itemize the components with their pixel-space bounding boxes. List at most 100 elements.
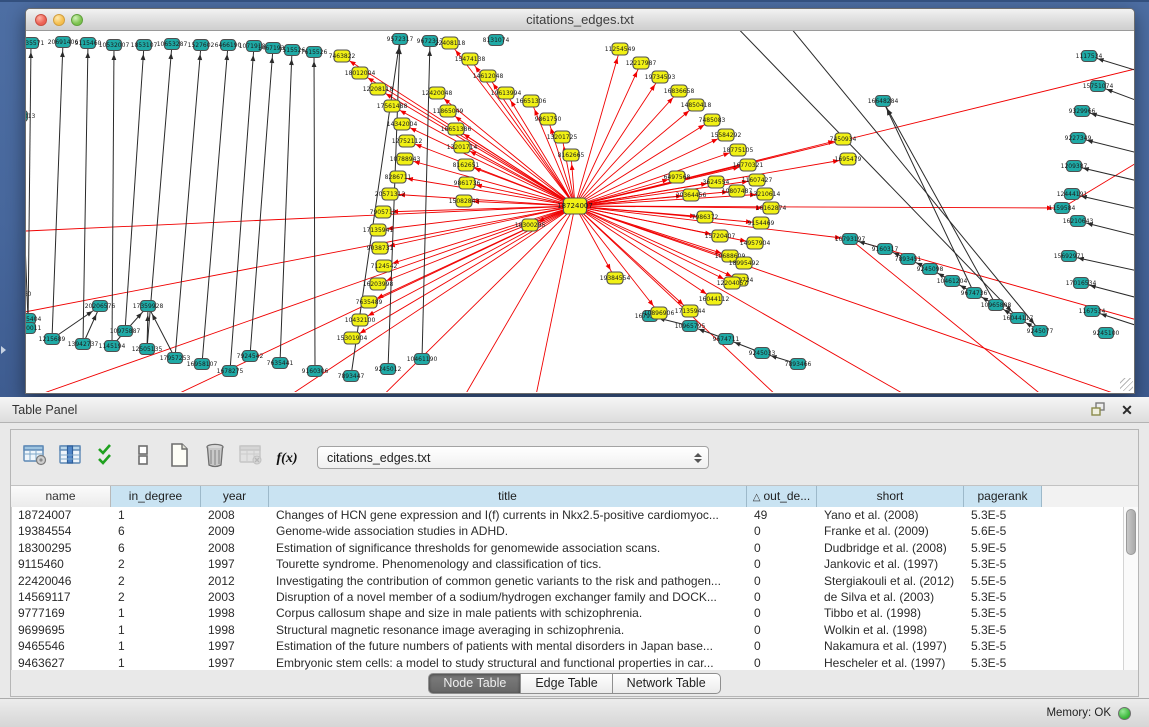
table-cell: 1 — [112, 507, 202, 523]
citation-edge-red[interactable] — [26, 206, 575, 392]
panel-collapse-handle-icon[interactable] — [1, 346, 6, 354]
graph-node-label: 7893447 — [338, 373, 365, 380]
citation-edge-red[interactable] — [26, 206, 575, 331]
table-row[interactable]: 969969511998Structural magnetic resonanc… — [12, 622, 1138, 638]
graph-node-label: 16210643 — [1063, 218, 1094, 225]
table-cell: 2 — [112, 589, 202, 605]
graph-node-label: 16793197 — [835, 236, 866, 243]
citation-edge-black[interactable] — [83, 43, 88, 344]
edge-arrowhead — [455, 116, 461, 122]
citation-edge-red[interactable] — [575, 91, 679, 206]
function-builder-button[interactable]: f(x) — [273, 444, 301, 472]
graph-node-label: 16651306 — [516, 98, 547, 105]
citation-edge-black[interactable] — [175, 45, 201, 358]
table-panel: Table Panel ✕ f(x)citations_edges.txt na… — [0, 397, 1149, 727]
graph-node-label: 1853107 — [131, 42, 158, 49]
citation-edge-black[interactable] — [280, 50, 292, 363]
citation-edge-black[interactable] — [112, 45, 114, 346]
tab-edge-table[interactable]: Edge Table — [520, 673, 611, 694]
tab-network-table[interactable]: Network Table — [612, 673, 721, 694]
table-cell: 14569117 — [12, 589, 112, 605]
window-resize-grip[interactable] — [1120, 378, 1133, 391]
citation-edge-red[interactable] — [575, 77, 660, 206]
citation-edge-red[interactable] — [575, 206, 761, 223]
table-row[interactable]: 911546021997Tourette syndrome. Phenomeno… — [12, 556, 1138, 572]
table-cell: Tourette syndrome. Phenomenology and cla… — [270, 556, 748, 572]
graph-node-label: 15720407 — [705, 233, 736, 240]
citation-edge-red[interactable] — [575, 191, 737, 206]
graph-node-label: 15474138 — [455, 56, 486, 63]
graph-node-label: 10461190 — [407, 356, 438, 363]
graph-node-label: 14612048 — [473, 73, 504, 80]
table-cell: Jankovic et al. (1997) — [818, 556, 965, 572]
citation-edge-red[interactable] — [36, 206, 575, 392]
graph-node-label: 9115460 — [75, 40, 102, 47]
unselect-all-columns-button[interactable] — [129, 444, 157, 472]
graph-node-label: 17359928 — [133, 303, 164, 310]
citation-edge-black[interactable] — [781, 31, 1040, 331]
column-header-year[interactable]: year — [201, 486, 269, 508]
table-row[interactable]: 946554611997Estimation of the future num… — [12, 638, 1138, 654]
table-cell: 9699695 — [12, 622, 112, 638]
citation-edge-black[interactable] — [726, 31, 1018, 318]
graph-node-label: 15751074 — [1083, 83, 1114, 90]
table-cell: Estimation of significance thresholds fo… — [270, 540, 748, 556]
citation-edge-black[interactable] — [52, 42, 63, 339]
table-cell: 18724007 — [12, 507, 112, 523]
table-row[interactable]: 1938455462009Genome-wide association stu… — [12, 523, 1138, 539]
table-row[interactable]: 1830029562008Estimation of significance … — [12, 540, 1138, 556]
table-row[interactable]: 1872400712008Changes of HCN gene express… — [12, 507, 1138, 523]
table-row[interactable]: 1456911722003Disruption of a novel membe… — [12, 589, 1138, 605]
column-header-name[interactable]: name — [11, 486, 111, 508]
citation-graph[interactable]: 6435571206914069115460105320071853107106… — [26, 31, 1134, 392]
citation-edge-red[interactable] — [575, 206, 659, 313]
column-header-short[interactable]: short — [817, 486, 964, 508]
table-cell: 9115460 — [12, 556, 112, 572]
edge-arrowhead — [648, 300, 654, 306]
table-row[interactable]: 977716911998Corpus callosum shape and si… — [12, 605, 1138, 621]
column-header-in-degree[interactable]: in_degree — [111, 486, 201, 508]
graph-node-label: 9861736 — [454, 180, 481, 187]
graph-node-label: 18775105 — [723, 147, 754, 154]
column-header-title[interactable]: title — [269, 486, 747, 508]
citation-edge-red[interactable] — [575, 63, 641, 206]
citation-edge-black[interactable] — [26, 116, 28, 319]
network-canvas[interactable]: 6435571206914069115460105320071853107106… — [26, 31, 1134, 392]
table-row[interactable]: 2242004622012Investigating the contribut… — [12, 573, 1138, 589]
table-selector-value: citations_edges.txt — [327, 451, 694, 465]
select-all-columns-button[interactable] — [93, 444, 121, 472]
citation-edge-black[interactable] — [230, 46, 254, 371]
citation-edge-red[interactable] — [850, 239, 1086, 392]
application-screen: citations_edges.txt 64355712069140691154… — [0, 0, 1149, 727]
table-row[interactable]: 946362711997Embryonic stem cells: a mode… — [12, 655, 1138, 670]
new-document-icon — [167, 442, 191, 473]
citation-edge-black[interactable] — [202, 45, 228, 364]
graph-node-label: 12208118 — [363, 86, 394, 93]
table-cell: 1997 — [202, 638, 270, 654]
column-header-out-de-[interactable]: △out_de... — [747, 486, 817, 508]
vertical-scrollbar[interactable] — [1123, 507, 1138, 670]
graph-node-label: 18995492 — [729, 260, 760, 267]
table-cell: 5.3E-5 — [965, 605, 1043, 621]
close-panel-icon[interactable]: ✕ — [1117, 401, 1137, 419]
tab-node-table[interactable]: Node Table — [428, 673, 520, 694]
scrollbar-thumb[interactable] — [1126, 509, 1136, 555]
citation-edge-black[interactable] — [250, 48, 273, 356]
delete-columns-button[interactable] — [201, 444, 229, 472]
citation-edge-black[interactable] — [314, 52, 315, 371]
table-cell: 49 — [748, 507, 818, 523]
citation-edge-black[interactable] — [28, 43, 31, 328]
new-column-button[interactable] — [165, 444, 193, 472]
float-panel-icon[interactable] — [1089, 401, 1109, 419]
show-column-button[interactable] — [57, 444, 85, 472]
window-titlebar[interactable]: citations_edges.txt — [26, 9, 1134, 31]
graph-node-label: 13942737 — [68, 341, 99, 348]
table-mode-button[interactable] — [21, 444, 49, 472]
column-header-pagerank[interactable]: pagerank — [964, 486, 1042, 508]
graph-node-label: 7124542 — [371, 263, 398, 270]
graph-node-label: 16958107 — [187, 361, 218, 368]
citation-edge-red[interactable] — [380, 206, 575, 248]
table-selector-dropdown[interactable]: citations_edges.txt — [317, 446, 709, 469]
graph-node-label: 17561488 — [377, 103, 408, 110]
citation-edge-black[interactable] — [125, 45, 144, 331]
